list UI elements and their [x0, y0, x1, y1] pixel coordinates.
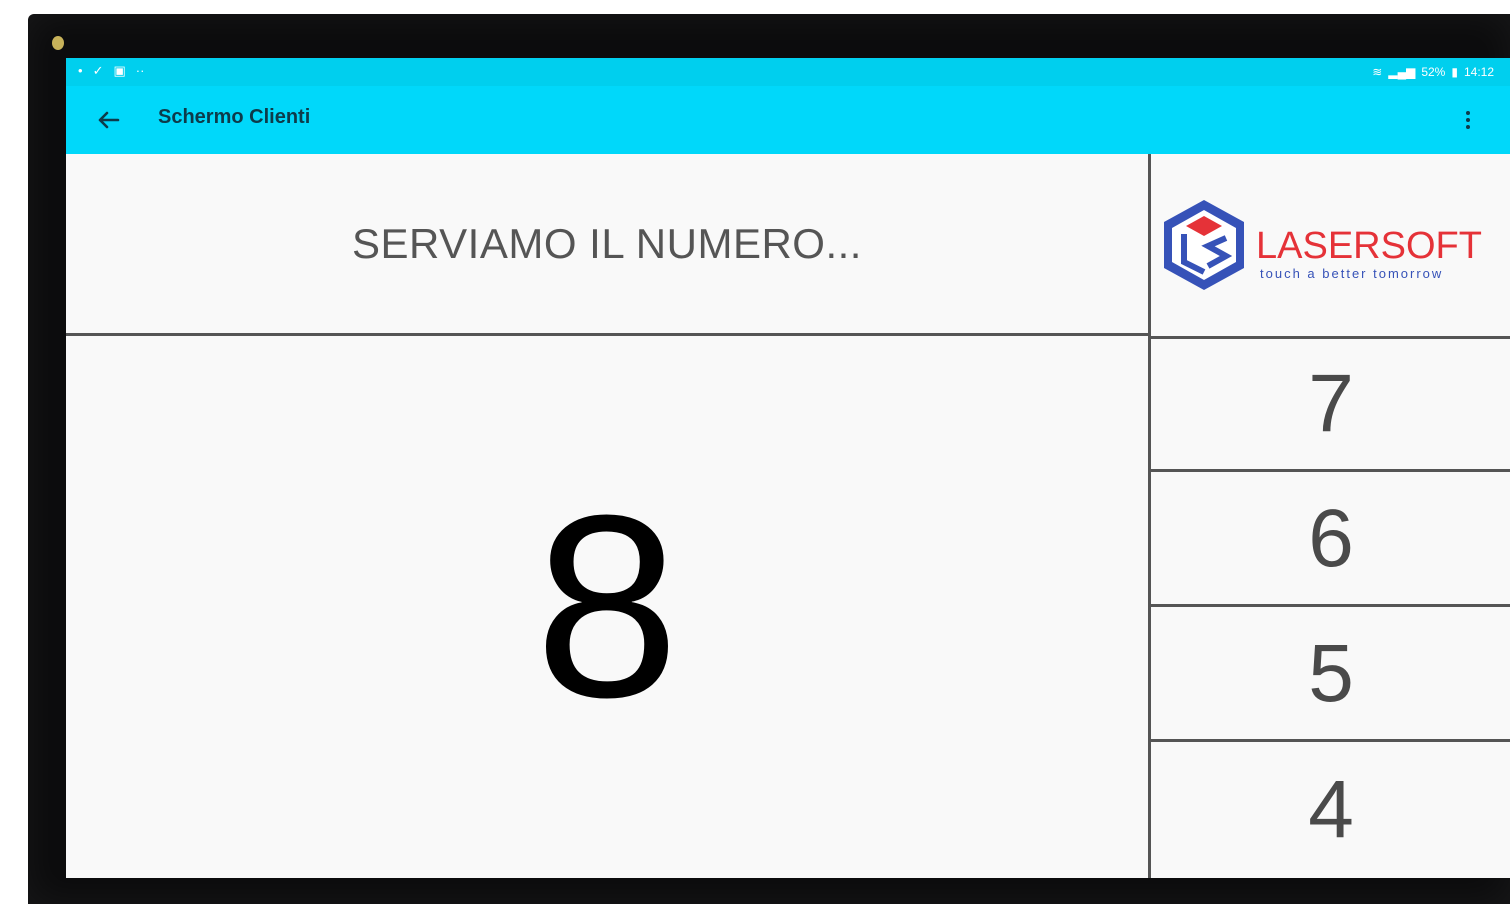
status-notifications: • ✓ ▣ ·· [78, 64, 144, 78]
battery-icon: ▮ [1451, 65, 1458, 79]
signal-icon: ▂▄▆ [1388, 65, 1416, 79]
previous-number: 5 [1308, 628, 1354, 719]
lasersoft-wordmark: LASERSOFT [1256, 225, 1482, 267]
clock: 14:12 [1463, 65, 1494, 79]
more-dots-icon: ·· [135, 63, 145, 78]
back-arrow-icon[interactable] [92, 104, 124, 136]
current-number: 8 [534, 462, 680, 752]
battery-level: 52% [1421, 65, 1446, 79]
status-indicators: ≋ ▂▄▆ 52% ▮ 14:12 [1372, 65, 1494, 79]
app-bar: Schermo Clienti [66, 86, 1510, 154]
previous-number: 4 [1308, 764, 1354, 855]
app-title: Schermo Clienti [158, 106, 311, 128]
previous-number: 7 [1308, 358, 1354, 449]
status-bar: • ✓ ▣ ·· ≋ ▂▄▆ 52% ▮ 14:12 [66, 58, 1510, 86]
image-icon: ▣ [113, 63, 126, 78]
row-divider [1151, 469, 1510, 472]
previous-number: 6 [1308, 493, 1354, 584]
row-divider [1151, 604, 1510, 607]
lasersoft-tagline: touch a better tomorrow [1260, 266, 1443, 281]
serving-label: SERVIAMO IL NUMERO... [352, 220, 862, 267]
row-divider [1151, 336, 1510, 339]
tablet-screen: • ✓ ▣ ·· ≋ ▂▄▆ 52% ▮ 14:12 Schermo Clien… [66, 58, 1510, 878]
lasersoft-logo: LASERSOFT touch a better tomorrow [1164, 200, 1482, 290]
notification-dot-icon: • [78, 63, 83, 78]
check-icon: ✓ [92, 63, 104, 78]
wifi-icon: ≋ [1372, 65, 1383, 79]
lasersoft-logo-icon [1164, 200, 1244, 290]
header-divider [66, 333, 1148, 336]
row-divider [1151, 739, 1510, 742]
overflow-menu-icon[interactable] [1456, 108, 1480, 136]
camera-icon [52, 36, 64, 50]
column-divider [1148, 154, 1151, 878]
